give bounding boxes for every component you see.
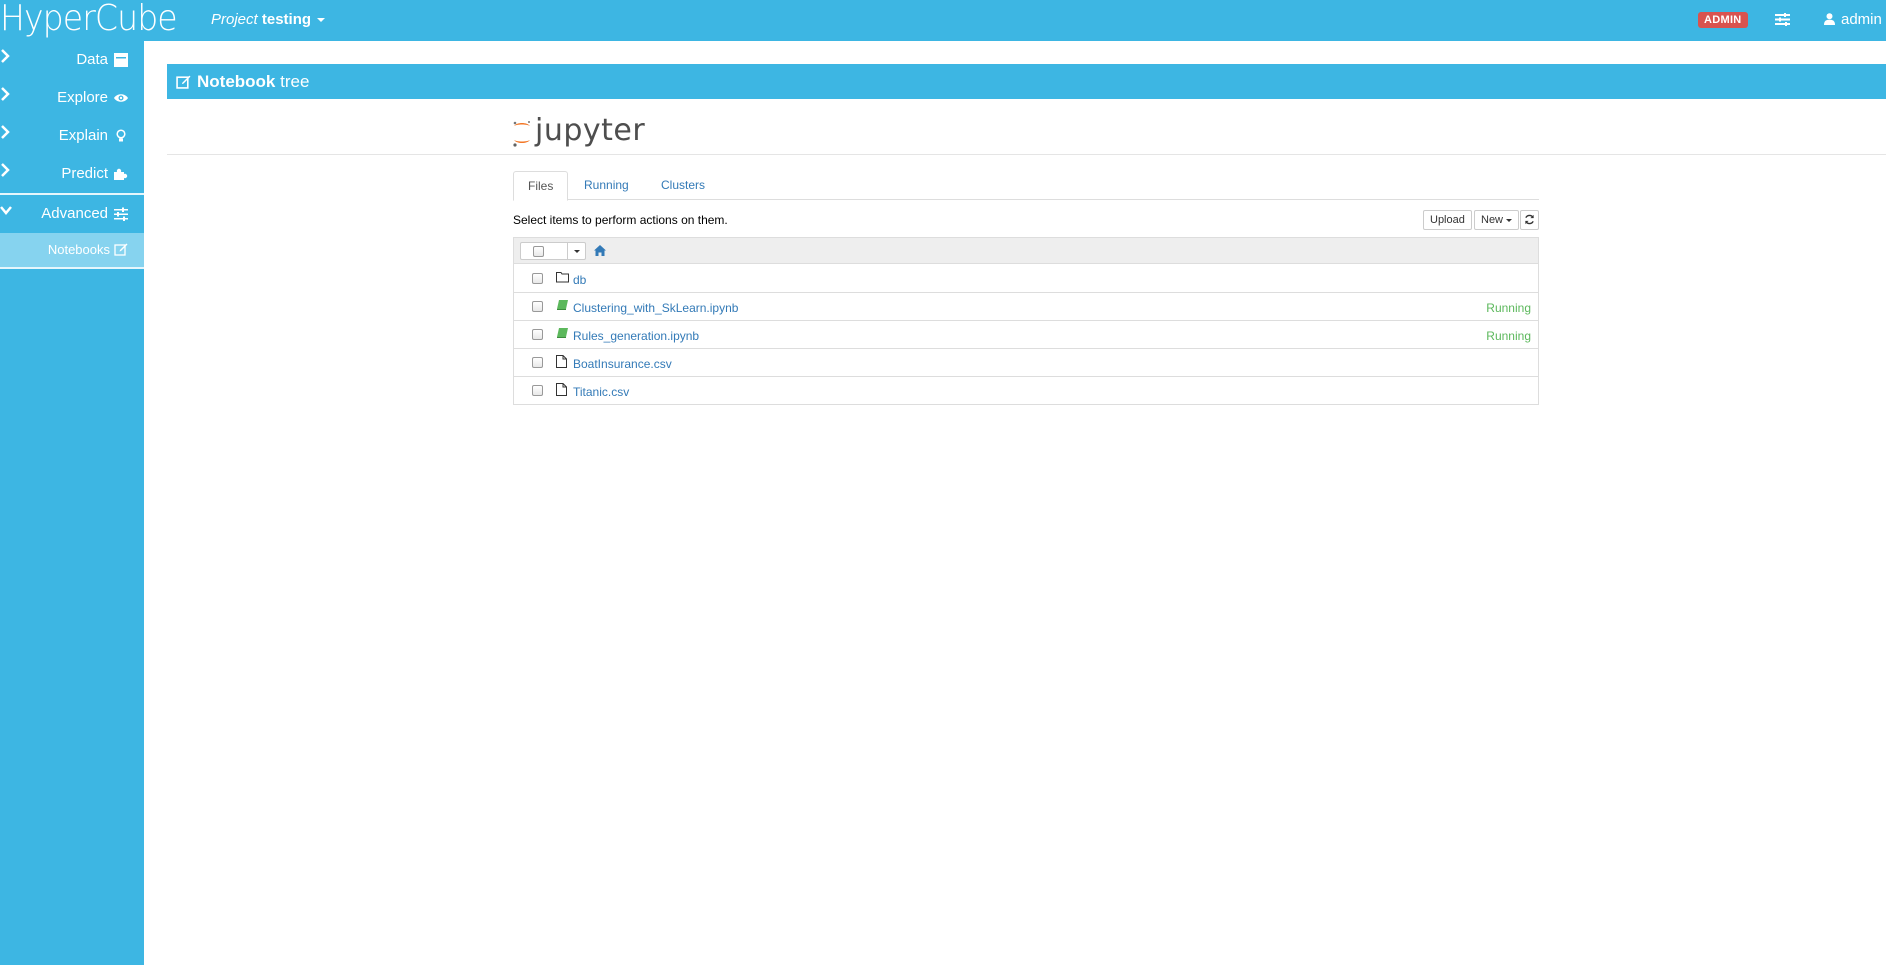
lightbulb-icon	[116, 129, 126, 142]
user-name: admin	[1841, 11, 1882, 28]
caret-down-icon	[1506, 218, 1513, 222]
jupyter-tabs: Files Running Clusters	[513, 171, 1539, 201]
sidebar-item-predict[interactable]: Predict	[0, 155, 144, 193]
select-all-dropdown[interactable]	[520, 242, 586, 260]
sidebar: Data Explore Explain Predict Advanced No…	[0, 41, 144, 965]
new-button-label: New	[1481, 214, 1504, 226]
header-divider	[167, 154, 1886, 155]
home-icon[interactable]	[594, 245, 606, 256]
sidebar-item-label: Explain	[58, 127, 108, 144]
sliders-icon[interactable]	[1775, 13, 1790, 26]
table-row[interactable]: Titanic.csv	[514, 377, 1538, 405]
edit-icon	[176, 75, 191, 89]
project-name: testing	[261, 11, 312, 28]
row-checkbox[interactable]	[532, 385, 543, 396]
file-list: db Clustering_with_SkLearn.ipynb Running…	[513, 237, 1539, 405]
file-name[interactable]: Clustering_with_SkLearn.ipynb	[573, 301, 738, 315]
sidebar-item-label: Explore	[57, 89, 108, 106]
sidebar-item-explain[interactable]: Explain	[0, 117, 144, 155]
new-button[interactable]: New	[1474, 210, 1520, 230]
caret-down-icon	[317, 18, 326, 23]
tab-files[interactable]: Files	[513, 171, 569, 201]
refresh-button[interactable]	[1520, 210, 1539, 230]
table-row[interactable]: Clustering_with_SkLearn.ipynb Running	[514, 293, 1538, 321]
chevron-right-icon	[1, 49, 10, 63]
top-navbar: HyperCube Project testing ADMIN admin	[0, 0, 1886, 41]
select-dropdown-toggle[interactable]	[567, 243, 586, 259]
brand-logo[interactable]: HyperCube	[0, 0, 178, 38]
table-row[interactable]: db	[514, 265, 1538, 293]
sidebar-item-label: Advanced	[41, 205, 108, 222]
row-checkbox[interactable]	[532, 301, 543, 312]
table-row[interactable]: BoatInsurance.csv	[514, 349, 1538, 377]
jupyter-logo-icon	[513, 121, 530, 147]
file-status: Running	[1486, 329, 1531, 343]
refresh-icon	[1525, 214, 1534, 225]
file-status: Running	[1486, 301, 1531, 315]
file-icon	[556, 355, 567, 368]
file-name[interactable]: db	[573, 273, 586, 287]
jupyter-logo-text: jupyter	[535, 113, 646, 148]
upload-button[interactable]: Upload	[1423, 210, 1472, 230]
notebook-icon	[557, 328, 568, 338]
caret-down-icon	[574, 250, 580, 253]
project-prefix: Project	[211, 11, 258, 28]
sidebar-item-data[interactable]: Data	[0, 41, 144, 79]
sidebar-item-explore[interactable]: Explore	[0, 79, 144, 117]
sidebar-subitem-label: Notebooks	[47, 242, 110, 257]
chevron-right-icon	[1, 87, 10, 101]
sidebar-item-label: Data	[76, 51, 108, 68]
chevron-down-icon	[0, 206, 12, 215]
file-name[interactable]: Titanic.csv	[573, 385, 629, 399]
panel-title-rest: tree	[275, 72, 310, 91]
user-icon	[1824, 13, 1835, 25]
file-name[interactable]: BoatInsurance.csv	[573, 357, 672, 371]
tab-clusters[interactable]: Clusters	[647, 171, 719, 200]
sidebar-item-label: Predict	[61, 165, 108, 182]
chevron-right-icon	[1, 125, 10, 139]
panel-heading: Notebook tree	[167, 64, 1886, 99]
sidebar-divider	[0, 267, 144, 269]
puzzle-icon	[114, 168, 128, 180]
table-row[interactable]: Rules_generation.ipynb Running	[514, 321, 1538, 349]
file-icon	[556, 383, 567, 396]
sidebar-item-notebooks[interactable]: Notebooks	[0, 233, 144, 267]
chevron-right-icon	[1, 163, 10, 177]
sliders-icon	[114, 207, 128, 221]
panel-title-bold: Notebook	[197, 72, 276, 91]
notebook-icon	[557, 300, 568, 310]
file-name[interactable]: Rules_generation.ipynb	[573, 329, 699, 343]
user-menu[interactable]: admin	[1824, 11, 1882, 29]
admin-badge[interactable]: ADMIN	[1698, 12, 1748, 28]
table-icon	[114, 53, 128, 67]
sidebar-item-advanced[interactable]: Advanced	[0, 195, 144, 233]
edit-icon	[114, 243, 128, 256]
selection-hint: Select items to perform actions on them.	[513, 213, 728, 227]
row-checkbox[interactable]	[532, 273, 543, 284]
folder-icon	[556, 272, 569, 283]
file-list-header	[514, 238, 1538, 264]
tab-running[interactable]: Running	[570, 171, 643, 200]
select-all-checkbox[interactable]	[533, 246, 544, 257]
project-selector[interactable]: Project testing	[211, 11, 326, 29]
eye-icon	[114, 94, 128, 102]
row-checkbox[interactable]	[532, 329, 543, 340]
row-checkbox[interactable]	[532, 357, 543, 368]
